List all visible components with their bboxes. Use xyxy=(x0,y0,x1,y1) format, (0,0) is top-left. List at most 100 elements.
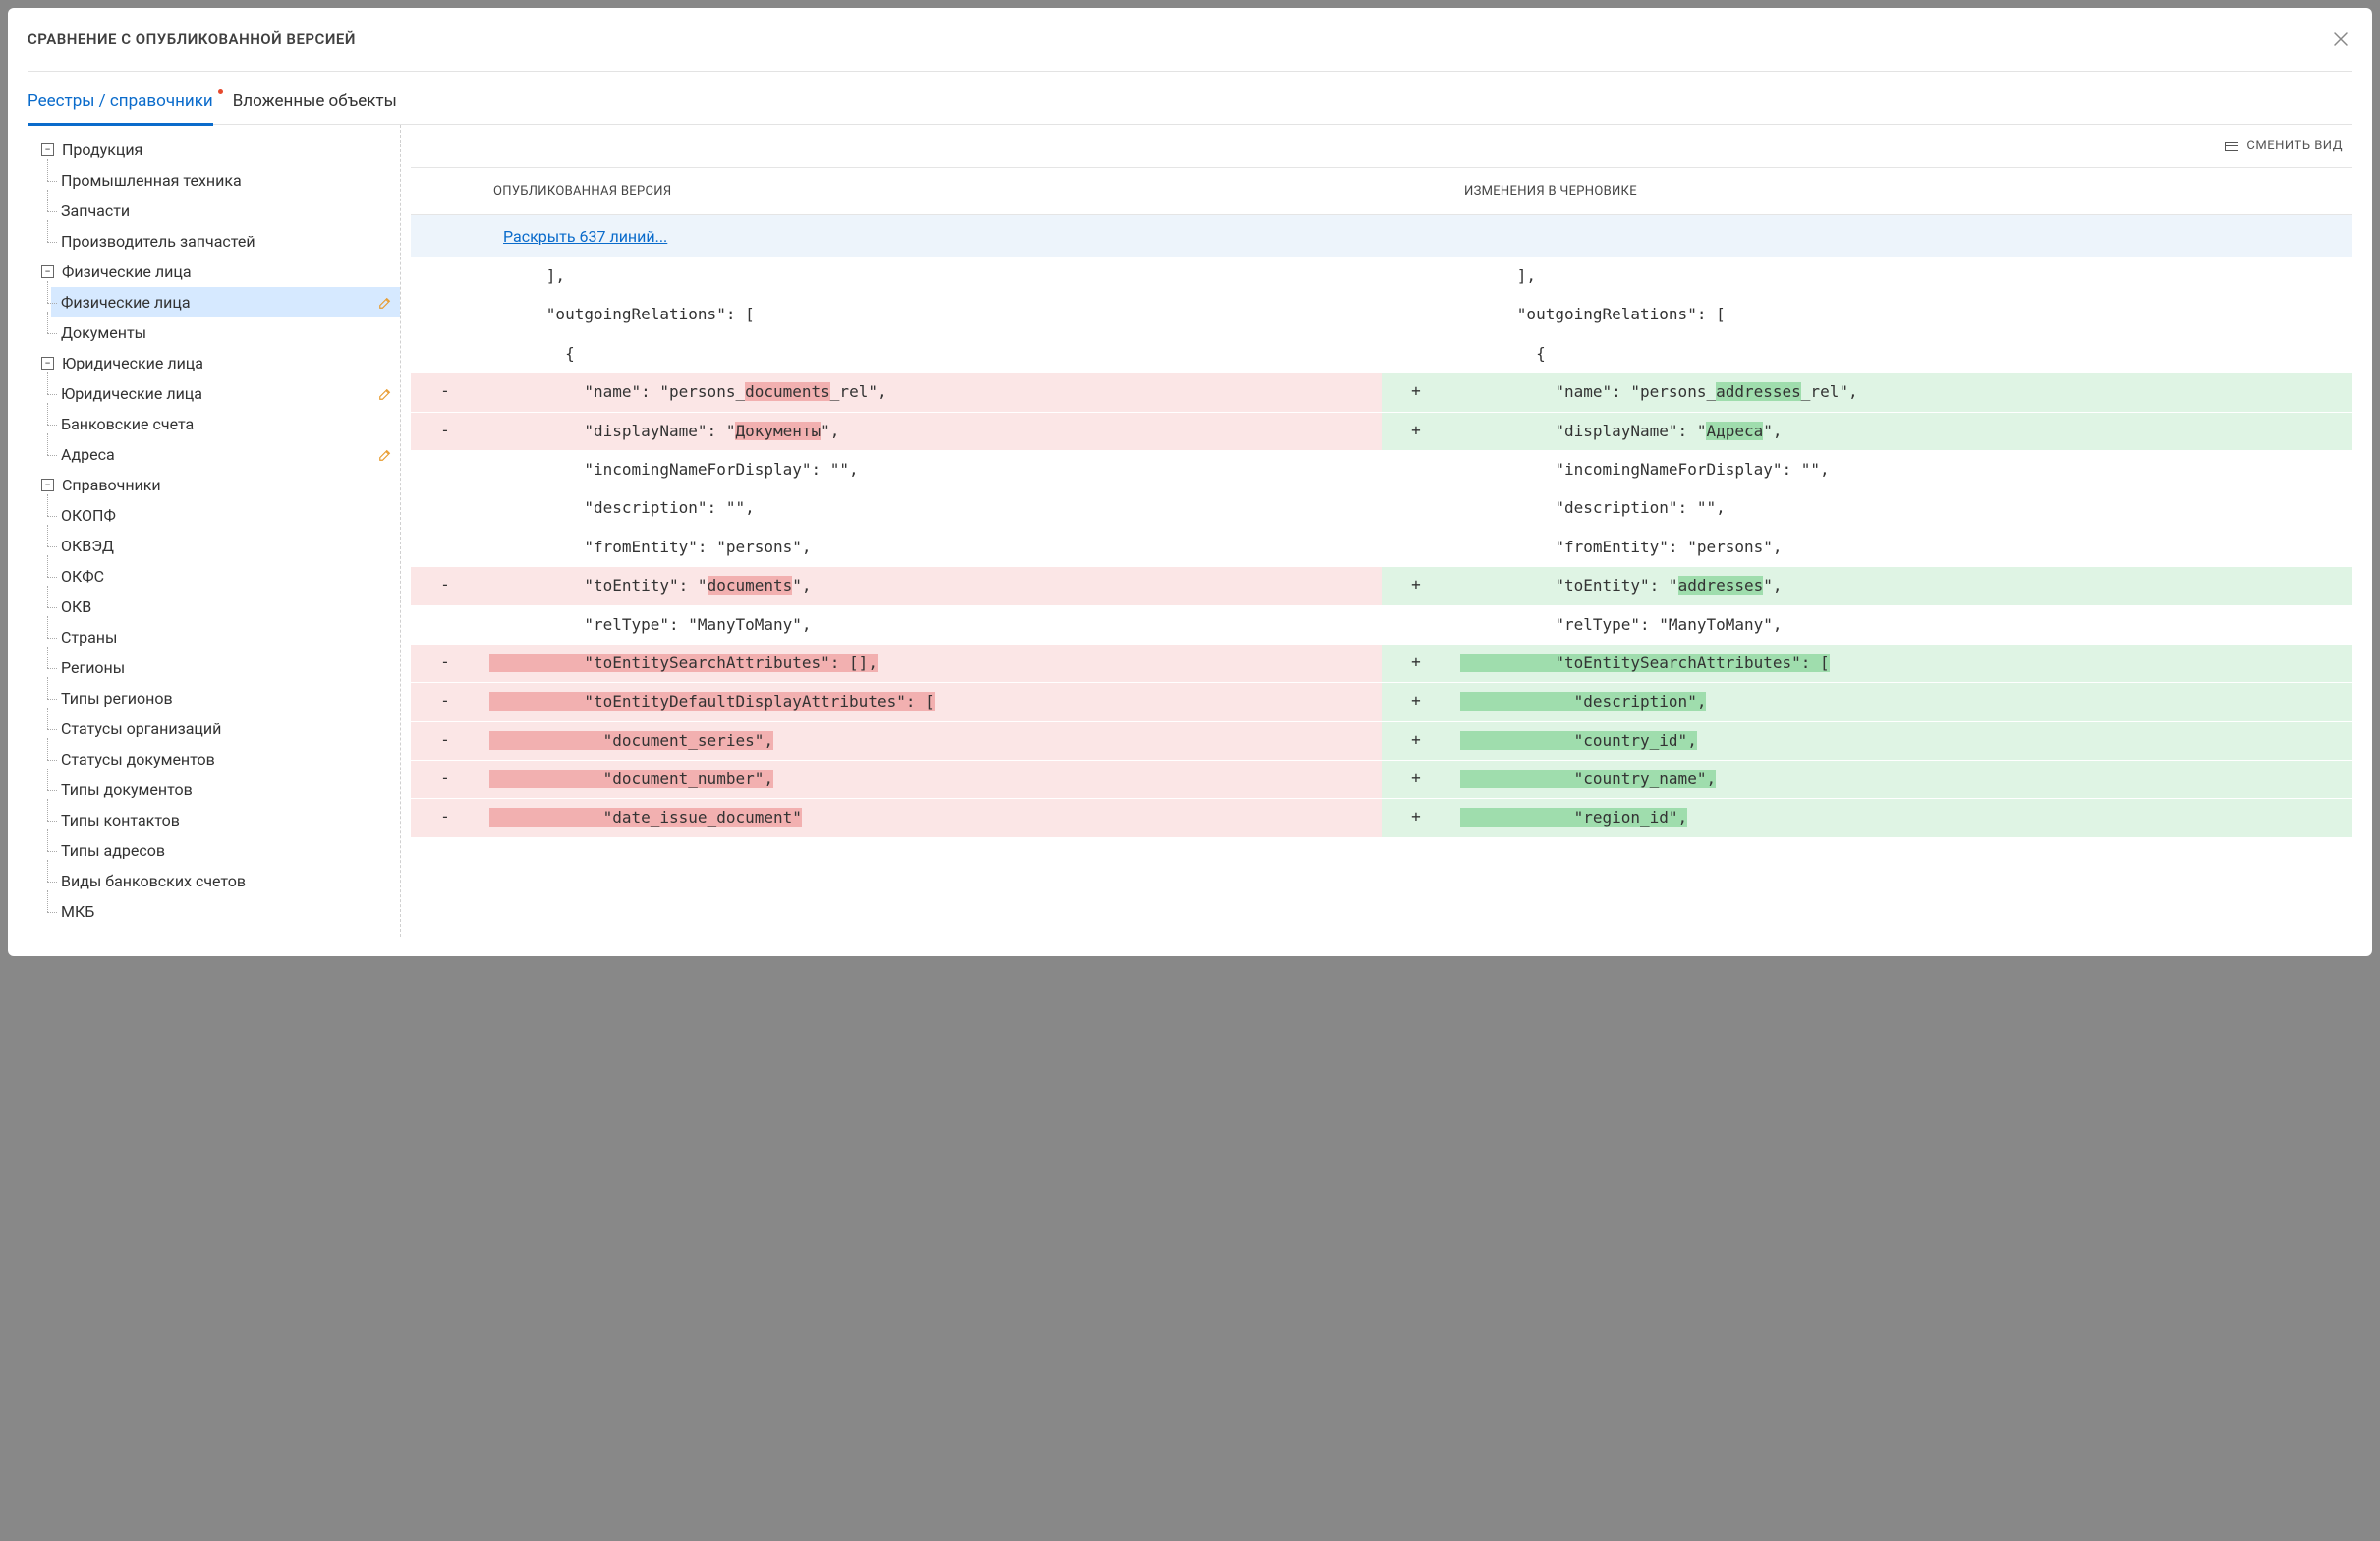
expand-row[interactable]: Раскрыть 637 линий... xyxy=(411,215,2352,257)
tree-label: Типы адресов xyxy=(61,841,165,860)
close-button[interactable] xyxy=(2329,28,2352,51)
tree-item[interactable]: Промышленная техника xyxy=(51,165,400,196)
tree-item[interactable]: Адреса xyxy=(51,439,400,470)
diff-header: ОПУБЛИКОВАННАЯ ВЕРСИЯ ИЗМЕНЕНИЯ В ЧЕРНОВ… xyxy=(411,168,2352,215)
gutter-added: + xyxy=(1382,645,1450,682)
diff-row: "description": "", "description": "", xyxy=(411,489,2352,528)
change-view-label: СМЕНИТЬ ВИД xyxy=(2246,139,2343,153)
diff-table[interactable]: ОПУБЛИКОВАННАЯ ВЕРСИЯ ИЗМЕНЕНИЯ В ЧЕРНОВ… xyxy=(411,167,2352,937)
change-view-button[interactable]: СМЕНИТЬ ВИД xyxy=(2225,139,2343,153)
code-left: "incomingNameForDisplay": "", xyxy=(480,451,1382,488)
tree-group-persons[interactable]: − Физические лица xyxy=(33,257,400,287)
tree-label: Типы контактов xyxy=(61,811,180,829)
tree-item[interactable]: Типы контактов xyxy=(51,805,400,835)
code-left: "relType": "ManyToMany", xyxy=(480,606,1382,644)
code-left: "displayName": "Документы", xyxy=(480,413,1382,450)
code-right: "country_id", xyxy=(1450,722,2352,760)
tree-item[interactable]: Документы xyxy=(51,317,400,348)
expand-link[interactable]: Раскрыть 637 линий... xyxy=(503,227,667,246)
diff-row: "outgoingRelations": [ "outgoingRelation… xyxy=(411,296,2352,334)
tree-item[interactable]: ОКВ xyxy=(51,592,400,622)
gutter-added: + xyxy=(1382,567,1450,604)
code-right: "description": "", xyxy=(1450,489,2352,527)
tree-label: Производитель запчастей xyxy=(61,232,255,251)
layout-icon xyxy=(2225,142,2238,151)
tree-label: ОКОПФ xyxy=(61,506,116,525)
tree-label: Юридические лица xyxy=(62,354,203,372)
tree-label: Типы регионов xyxy=(61,689,173,708)
tab-label: Реестры / справочники xyxy=(28,91,213,111)
modal-title: СРАВНЕНИЕ С ОПУБЛИКОВАННОЙ ВЕРСИЕЙ xyxy=(28,30,356,48)
gutter-removed: - xyxy=(411,373,480,411)
tab-nested-objects[interactable]: Вложенные объекты xyxy=(233,87,397,124)
tree-item[interactable]: МКБ xyxy=(51,896,400,927)
content: − Продукция Промышленная техника Запчаст… xyxy=(28,125,2352,937)
tree: − Продукция Промышленная техника Запчаст… xyxy=(28,135,400,927)
code-left: "toEntity": "documents", xyxy=(480,567,1382,604)
tree-label: Продукция xyxy=(62,141,142,159)
tree-label: Виды банковских счетов xyxy=(61,872,246,890)
collapse-icon[interactable]: − xyxy=(41,479,54,491)
tab-registries[interactable]: Реестры / справочники xyxy=(28,87,213,126)
diff-panel: СМЕНИТЬ ВИД ОПУБЛИКОВАННАЯ ВЕРСИЯ ИЗМЕНЕ… xyxy=(401,125,2352,937)
tree-label: Физические лица xyxy=(61,293,191,312)
code-right: "toEntity": "addresses", xyxy=(1450,567,2352,604)
changes-indicator-dot xyxy=(218,89,223,94)
tree-label: ОКФС xyxy=(61,567,104,586)
gutter-removed: - xyxy=(411,683,480,720)
gutter-added: + xyxy=(1382,373,1450,411)
tree-item[interactable]: Типы регионов xyxy=(51,683,400,713)
tree-item[interactable]: Типы документов xyxy=(51,774,400,805)
code-right: "region_id", xyxy=(1450,799,2352,836)
gutter-removed: - xyxy=(411,761,480,798)
tree-item[interactable]: Статусы организаций xyxy=(51,713,400,744)
tree-label: Промышленная техника xyxy=(61,171,242,190)
tree-item[interactable]: Запчасти xyxy=(51,196,400,226)
tree-label: Справочники xyxy=(62,476,161,494)
tree-label: Типы документов xyxy=(61,780,193,799)
collapse-icon[interactable]: − xyxy=(41,357,54,370)
tree-item[interactable]: Виды банковских счетов xyxy=(51,866,400,896)
gutter-added: + xyxy=(1382,761,1450,798)
tree-group-references[interactable]: − Справочники xyxy=(33,470,400,500)
tree-item[interactable]: ОКОПФ xyxy=(51,500,400,531)
tree-item[interactable]: Юридические лица xyxy=(51,378,400,409)
code-right: "outgoingRelations": [ xyxy=(1450,296,2352,333)
tree-item[interactable]: ОКВЭД xyxy=(51,531,400,561)
diff-row: "relType": "ManyToMany", "relType": "Man… xyxy=(411,606,2352,645)
tree-item-persons[interactable]: Физические лица xyxy=(51,287,400,317)
code-right: "country_name", xyxy=(1450,761,2352,798)
column-draft: ИЗМЕНЕНИЯ В ЧЕРНОВИКЕ xyxy=(1450,168,2352,214)
tree-item[interactable]: Производитель запчастей xyxy=(51,226,400,257)
gutter-removed: - xyxy=(411,413,480,450)
gutter-added: + xyxy=(1382,683,1450,720)
tree-item[interactable]: Статусы документов xyxy=(51,744,400,774)
tree-label: Банковские счета xyxy=(61,415,194,433)
diff-row-changed: - "displayName": "Документы", + "display… xyxy=(411,413,2352,451)
tree-panel[interactable]: − Продукция Промышленная техника Запчаст… xyxy=(28,125,401,937)
tree-label: ОКВЭД xyxy=(61,537,114,555)
code-right: "name": "persons_addresses_rel", xyxy=(1450,373,2352,411)
tree-label: Адреса xyxy=(61,445,115,464)
gutter-added: + xyxy=(1382,722,1450,760)
tree-label: ОКВ xyxy=(61,598,91,616)
tree-group-products[interactable]: − Продукция xyxy=(33,135,400,165)
close-icon xyxy=(2333,31,2349,47)
tree-label: Регионы xyxy=(61,658,125,677)
edit-icon xyxy=(378,296,392,310)
tree-item[interactable]: ОКФС xyxy=(51,561,400,592)
tree-item[interactable]: Страны xyxy=(51,622,400,653)
tree-item[interactable]: Банковские счета xyxy=(51,409,400,439)
tree-group-legal[interactable]: − Юридические лица xyxy=(33,348,400,378)
tab-label: Вложенные объекты xyxy=(233,91,397,111)
diff-row-changed: - "name": "persons_documents_rel", + "na… xyxy=(411,373,2352,412)
tree-item[interactable]: Регионы xyxy=(51,653,400,683)
collapse-icon[interactable]: − xyxy=(41,143,54,156)
tree-item[interactable]: Типы адресов xyxy=(51,835,400,866)
code-left: "document_number", xyxy=(480,761,1382,798)
tree-label: Страны xyxy=(61,628,117,647)
diff-row: ], ], xyxy=(411,257,2352,296)
code-left: "description": "", xyxy=(480,489,1382,527)
code-left: "toEntityDefaultDisplayAttributes": [ xyxy=(480,683,1382,720)
collapse-icon[interactable]: − xyxy=(41,265,54,278)
